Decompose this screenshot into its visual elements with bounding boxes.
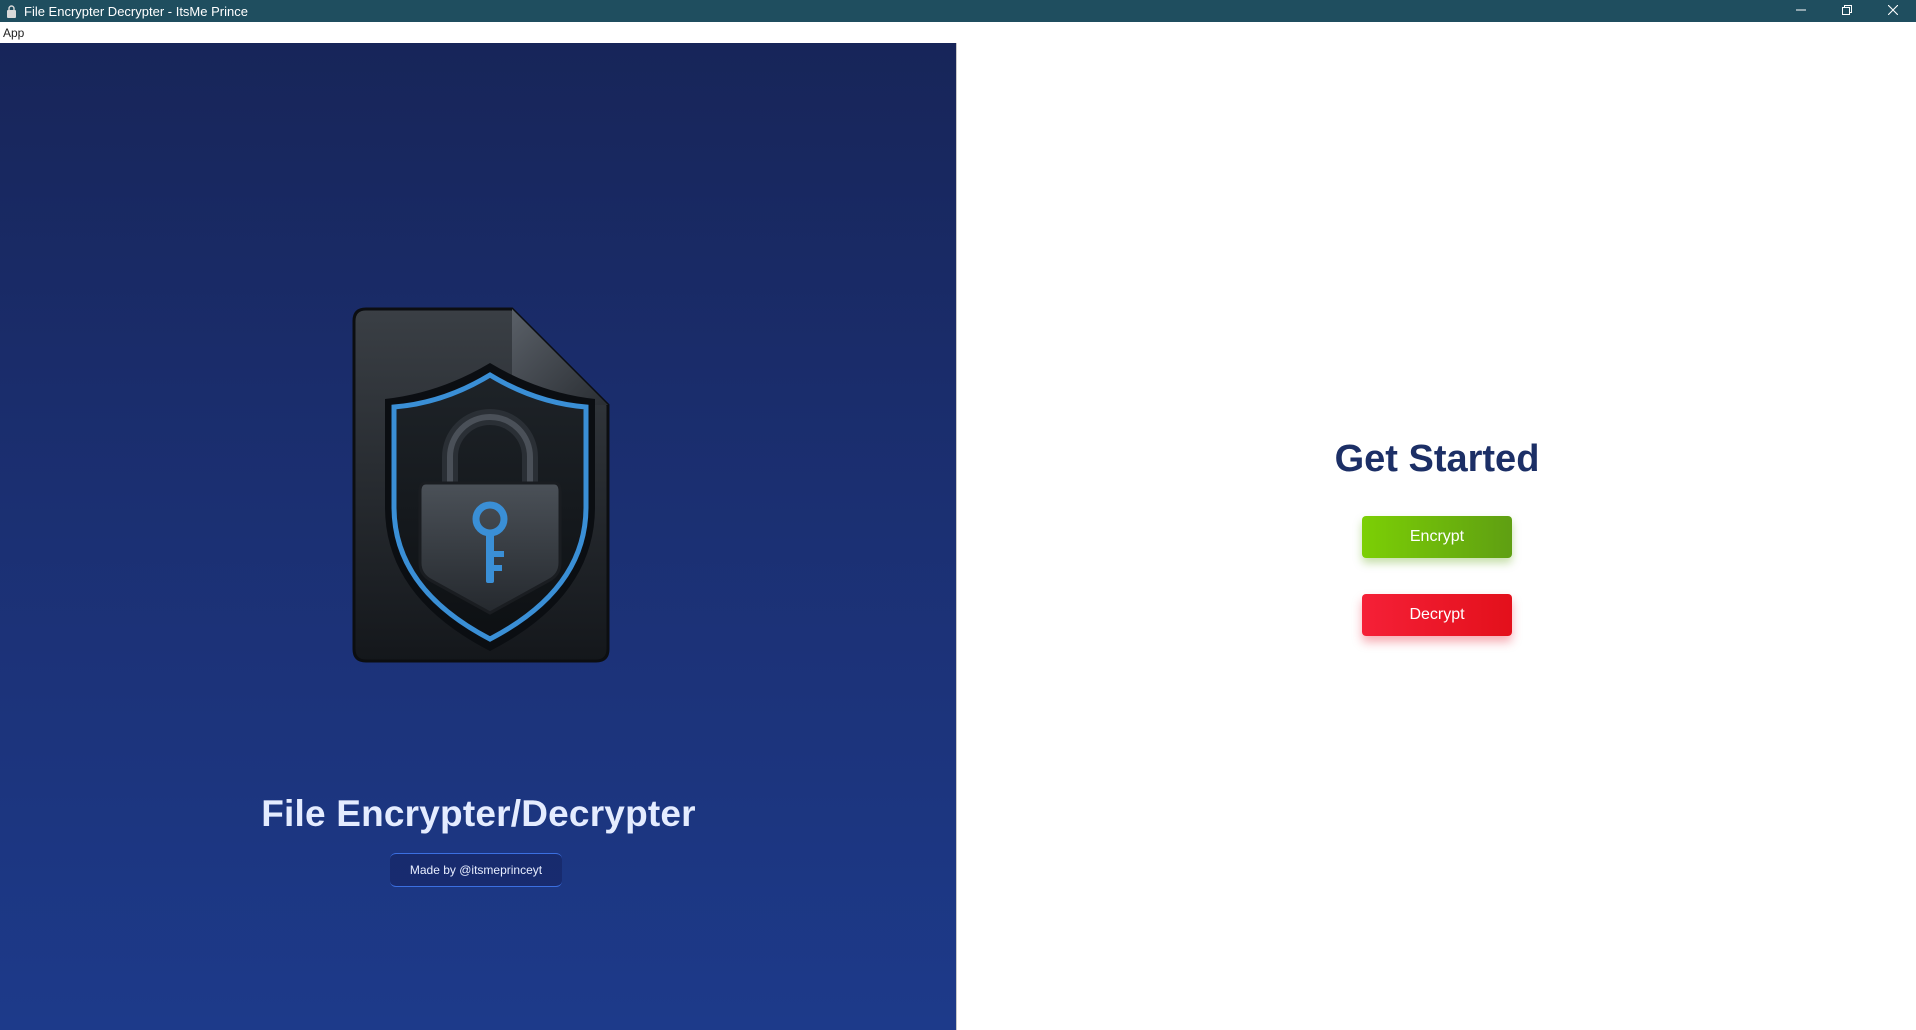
window-controls bbox=[1778, 0, 1916, 22]
app-title: File Encrypter/Decrypter bbox=[261, 793, 696, 834]
menu-app[interactable]: App bbox=[0, 26, 27, 40]
restore-button[interactable] bbox=[1824, 0, 1870, 22]
get-started-heading: Get Started bbox=[1334, 438, 1540, 480]
title-bar: File Encrypter Decrypter - ItsMe Prince bbox=[0, 0, 1916, 22]
encrypt-button[interactable]: Encrypt bbox=[1362, 516, 1512, 558]
close-button[interactable] bbox=[1870, 0, 1916, 22]
author-credit: Made by @itsmeprinceyt bbox=[390, 853, 562, 887]
lock-app-icon bbox=[4, 4, 18, 18]
window-title: File Encrypter Decrypter - ItsMe Prince bbox=[24, 3, 248, 19]
close-icon bbox=[1887, 2, 1899, 20]
minimize-icon bbox=[1796, 2, 1806, 20]
menu-bar: App bbox=[0, 22, 1916, 43]
actions-panel: Get Started Encrypt Decrypt bbox=[958, 43, 1916, 1030]
hero-panel: File Encrypter/Decrypter Made by @itsmep… bbox=[0, 43, 957, 1030]
minimize-button[interactable] bbox=[1778, 0, 1824, 22]
shield-lock-file-icon bbox=[350, 307, 610, 663]
restore-icon bbox=[1842, 2, 1852, 20]
decrypt-button[interactable]: Decrypt bbox=[1362, 594, 1512, 636]
